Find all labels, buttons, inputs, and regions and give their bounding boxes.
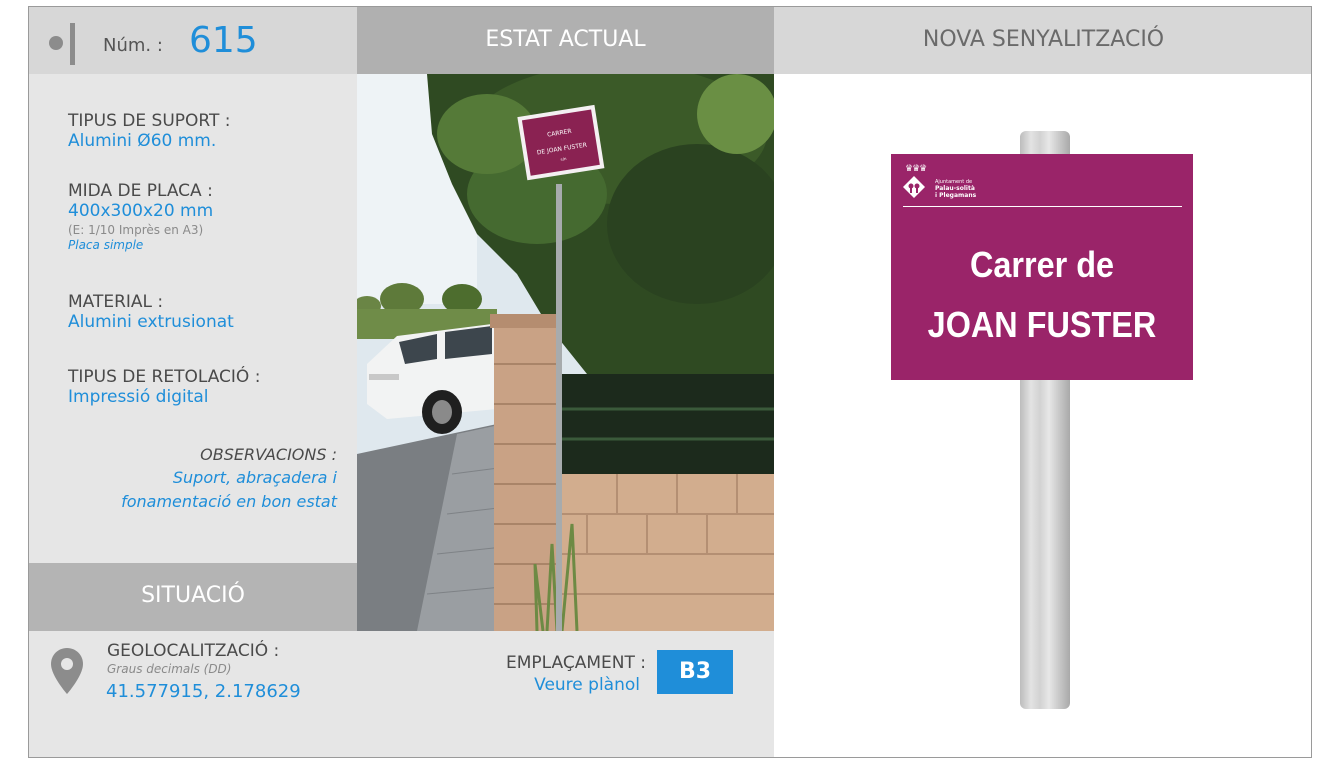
info-sheet: Núm. : 615 TIPUS DE SUPORT : Alumini Ø60… <box>28 6 1312 758</box>
sign-divider <box>903 206 1182 207</box>
logo-name: Palau-solità i Plegamans <box>935 185 1055 199</box>
sign-text-line-1: Carrer de <box>969 244 1115 285</box>
location-pin-icon <box>51 648 83 694</box>
material-block: MATERIAL : Alumini extrusionat <box>68 292 348 333</box>
observations-block: OBSERVACIONS : Suport, abraçadera i fona… <box>37 444 337 514</box>
current-state-photo: CARRER DE JOAN FUSTER s/n <box>357 74 774 631</box>
new-street-sign: ♛♛♛ Ajuntament de Palau-solità i Plegama… <box>891 154 1193 380</box>
placement-badge: B3 <box>657 650 733 694</box>
plate-size-note: (E: 1/10 Imprès en A3) <box>68 223 204 237</box>
lettering-block: TIPUS DE RETOLACIÓ : Impressió digital <box>68 367 348 408</box>
geolocation-note: Graus decimals (DD) <box>107 662 232 676</box>
observations-line-2: fonamentació en bon estat <box>121 492 337 511</box>
support-type-label: TIPUS DE SUPORT : <box>68 111 231 131</box>
lettering-label: TIPUS DE RETOLACIÓ : <box>68 367 261 387</box>
situation-header: SITUACIÓ <box>29 563 357 631</box>
vertical-bar-icon <box>70 23 75 65</box>
geolocation-value: 41.577915, 2.178629 <box>106 681 301 702</box>
situation-title: SITUACIÓ <box>141 583 245 608</box>
placement-value: Veure plànol <box>534 675 640 695</box>
geolocation-label: GEOLOCALITZACIÓ : <box>107 641 280 661</box>
plate-size-value: 400x300x20 mm <box>68 201 214 221</box>
material-label: MATERIAL : <box>68 292 164 312</box>
plate-size-label: MIDA DE PLACA : <box>68 181 213 201</box>
lettering-value: Impressió digital <box>68 387 209 407</box>
shield-icon <box>903 176 925 198</box>
new-signage-header: NOVA SENYALITZACIÓ <box>774 7 1311 74</box>
plate-type: Placa simple <box>68 238 144 252</box>
support-type-block: TIPUS DE SUPORT : Alumini Ø60 mm. <box>68 111 348 152</box>
observations-label: OBSERVACIONS : <box>200 445 337 464</box>
location-strip: GEOLOCALITZACIÓ : Graus decimals (DD) 41… <box>29 631 774 757</box>
number-header: Núm. : 615 <box>29 7 357 74</box>
number-label: Núm. : <box>103 35 163 56</box>
placement-label: EMPLAÇAMENT : <box>506 653 646 673</box>
sign-text-line-2: JOAN FUSTER <box>927 304 1157 345</box>
number-value: 615 <box>189 20 258 61</box>
material-value: Alumini extrusionat <box>68 312 234 332</box>
observations-line-1: Suport, abraçadera i <box>172 468 337 487</box>
logo-name-line-2: i Plegamans <box>935 192 977 199</box>
crown-icon: ♛♛♛ <box>905 164 927 174</box>
new-signage-title: NOVA SENYALITZACIÓ <box>922 27 1165 52</box>
plate-size-block: MIDA DE PLACA : 400x300x20 mm (E: 1/10 I… <box>68 181 348 253</box>
current-state-header: ESTAT ACTUAL <box>357 7 774 74</box>
current-state-title: ESTAT ACTUAL <box>485 27 646 52</box>
right-panel: NOVA SENYALITZACIÓ ♛♛♛ Ajuntament de Pal… <box>774 7 1311 757</box>
town-hall-logo: ♛♛♛ Ajuntament de Palau-solità i Plegama… <box>902 164 1192 209</box>
logo-name-line-1: Palau-solità <box>935 185 975 192</box>
support-type-value: Alumini Ø60 mm. <box>68 131 217 151</box>
bullet-dot-icon <box>49 36 63 50</box>
